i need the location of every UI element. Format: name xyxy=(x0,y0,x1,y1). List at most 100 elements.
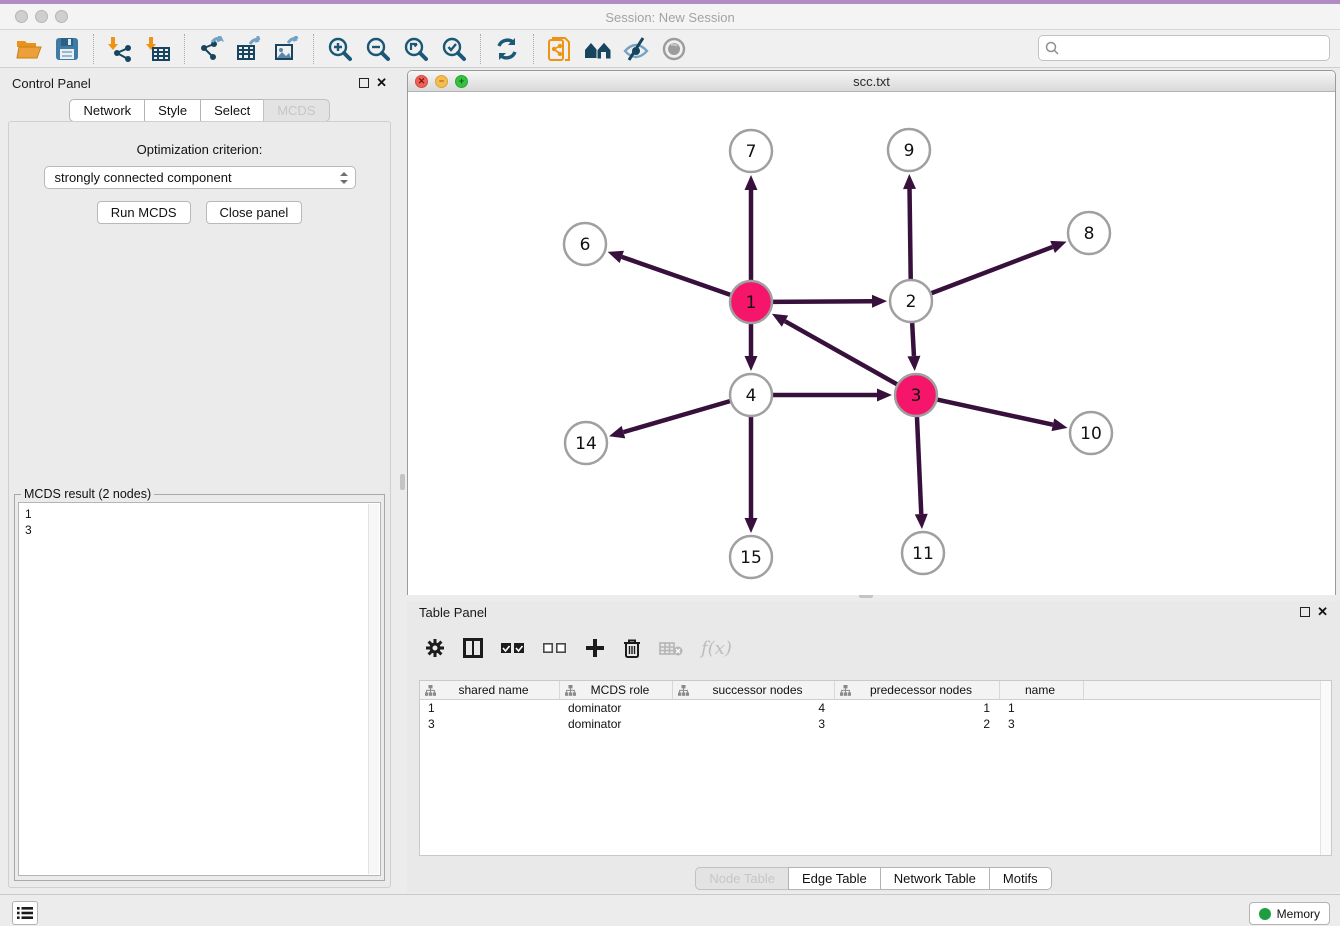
graph-node-15[interactable]: 15 xyxy=(730,536,772,578)
cell-successor-nodes[interactable]: 4 xyxy=(673,700,835,716)
graph-edge-3-1[interactable] xyxy=(772,314,898,385)
clone-network-icon[interactable] xyxy=(544,34,576,64)
graph-node-6[interactable]: 6 xyxy=(564,223,606,265)
network-maximize-icon[interactable]: + xyxy=(455,75,468,88)
delete-table-icon[interactable] xyxy=(659,640,683,656)
import-network-icon[interactable] xyxy=(104,34,136,64)
network-canvas[interactable]: 7 9 6 8 1 2 4 3 14 10 15 11 xyxy=(408,92,1335,595)
tab-motifs[interactable]: Motifs xyxy=(989,867,1052,890)
table-scrollbar[interactable] xyxy=(1320,681,1331,855)
column-header-predecessor-nodes[interactable]: predecessor nodes xyxy=(835,681,1000,699)
open-session-icon[interactable] xyxy=(13,34,45,64)
network-window-titlebar[interactable]: scc.txt ✕ − + xyxy=(408,71,1335,92)
table-row[interactable]: 1dominator411 xyxy=(420,700,1331,716)
tab-network[interactable]: Network xyxy=(69,99,145,122)
zoom-in-icon[interactable] xyxy=(324,34,356,64)
tab-network-table[interactable]: Network Table xyxy=(880,867,990,890)
refresh-network-icon[interactable] xyxy=(491,34,523,64)
graph-node-2[interactable]: 2 xyxy=(890,280,932,322)
graph-node-3[interactable]: 3 xyxy=(895,374,937,416)
result-item[interactable]: 3 xyxy=(25,522,374,538)
zoom-selected-icon[interactable] xyxy=(438,34,470,64)
graph-node-14[interactable]: 14 xyxy=(565,422,607,464)
table-panel-close-icon[interactable]: ✕ xyxy=(1317,607,1328,617)
node-table[interactable]: shared nameMCDS rolesuccessor nodesprede… xyxy=(419,680,1332,856)
control-panel-close-icon[interactable]: ✕ xyxy=(376,78,387,88)
tab-mcds[interactable]: MCDS xyxy=(263,99,329,122)
close-panel-button[interactable]: Close panel xyxy=(206,201,303,224)
cell-MCDS-role[interactable]: dominator xyxy=(560,716,673,732)
table-toolbar: f(x) xyxy=(407,625,1340,671)
cell-predecessor-nodes[interactable]: 2 xyxy=(835,716,1000,732)
export-table-icon[interactable] xyxy=(233,34,265,64)
graph-edge-3-11[interactable] xyxy=(915,416,928,529)
delete-columns-icon[interactable] xyxy=(623,638,641,658)
graph-edge-1-4[interactable] xyxy=(745,323,758,371)
tab-select[interactable]: Select xyxy=(200,99,264,122)
graph-edge-3-10[interactable] xyxy=(937,399,1068,431)
graph-node-4[interactable]: 4 xyxy=(730,374,772,416)
graph-node-7[interactable]: 7 xyxy=(730,130,772,172)
show-all-icon[interactable] xyxy=(658,34,690,64)
function-builder-icon[interactable]: f(x) xyxy=(701,638,732,659)
run-mcds-button[interactable]: Run MCDS xyxy=(97,201,191,224)
zoom-out-icon[interactable] xyxy=(362,34,394,64)
select-all-icon[interactable] xyxy=(501,642,525,654)
graph-node-11[interactable]: 11 xyxy=(902,532,944,574)
column-header-MCDS-role[interactable]: MCDS role xyxy=(560,681,673,699)
export-image-icon[interactable] xyxy=(271,34,303,64)
table-panel-float-icon[interactable] xyxy=(1300,607,1310,617)
graph-edge-2-3[interactable] xyxy=(907,322,920,371)
graph-node-1[interactable]: 1 xyxy=(730,281,772,323)
cell-name[interactable]: 1 xyxy=(1000,700,1084,716)
cell-MCDS-role[interactable]: dominator xyxy=(560,700,673,716)
first-neighbors-icon[interactable] xyxy=(582,34,614,64)
cell-shared-name[interactable]: 1 xyxy=(420,700,560,716)
memory-button[interactable]: Memory xyxy=(1249,902,1330,925)
graph-edge-1-7[interactable] xyxy=(745,175,758,281)
graph-edge-4-14[interactable] xyxy=(609,401,731,438)
graph-edge-2-8[interactable] xyxy=(931,241,1067,294)
tab-edge-table[interactable]: Edge Table xyxy=(788,867,881,890)
import-table-icon[interactable] xyxy=(142,34,174,64)
graph-node-9[interactable]: 9 xyxy=(888,129,930,171)
graph-node-8[interactable]: 8 xyxy=(1068,212,1110,254)
column-header-successor-nodes[interactable]: successor nodes xyxy=(673,681,835,699)
status-bar: Memory xyxy=(0,894,1340,926)
cell-shared-name[interactable]: 3 xyxy=(420,716,560,732)
result-scrollbar[interactable] xyxy=(368,504,379,874)
cell-successor-nodes[interactable]: 3 xyxy=(673,716,835,732)
cell-name[interactable]: 3 xyxy=(1000,716,1084,732)
tab-style[interactable]: Style xyxy=(144,99,201,122)
graph-edge-1-6[interactable] xyxy=(608,251,732,295)
column-header-name[interactable]: name xyxy=(1000,681,1084,699)
graph-edge-4-3[interactable] xyxy=(772,389,892,402)
graph-node-10[interactable]: 10 xyxy=(1070,412,1112,454)
deselect-all-icon[interactable] xyxy=(543,642,567,654)
table-options-icon[interactable] xyxy=(425,638,445,658)
hide-selected-icon[interactable] xyxy=(620,34,652,64)
task-history-button[interactable] xyxy=(12,901,38,925)
show-columns-icon[interactable] xyxy=(463,638,483,658)
create-column-icon[interactable] xyxy=(585,638,605,658)
network-minimize-icon[interactable]: − xyxy=(435,75,448,88)
zoom-fit-icon[interactable] xyxy=(400,34,432,64)
mcds-result-list[interactable]: 13 xyxy=(18,502,381,876)
control-panel-float-icon[interactable] xyxy=(359,78,369,88)
result-item[interactable]: 1 xyxy=(25,506,374,522)
tab-node-table[interactable]: Node Table xyxy=(695,867,789,890)
graph-edge-1-2[interactable] xyxy=(772,295,887,308)
optimization-criterion-select[interactable]: strongly connected component xyxy=(44,166,356,189)
table-row[interactable]: 3dominator323 xyxy=(420,716,1331,732)
save-session-icon[interactable] xyxy=(51,34,83,64)
search-input[interactable] xyxy=(1064,41,1329,56)
column-header-shared-name[interactable]: shared name xyxy=(420,681,560,699)
search-box[interactable] xyxy=(1038,35,1330,61)
vertical-splitter-handle[interactable] xyxy=(400,474,405,490)
graph-edge-2-9[interactable] xyxy=(903,174,916,280)
export-network-icon[interactable] xyxy=(195,34,227,64)
mcds-result-title: MCDS result (2 nodes) xyxy=(21,487,154,501)
network-close-icon[interactable]: ✕ xyxy=(415,75,428,88)
cell-predecessor-nodes[interactable]: 1 xyxy=(835,700,1000,716)
graph-edge-4-15[interactable] xyxy=(745,416,758,533)
